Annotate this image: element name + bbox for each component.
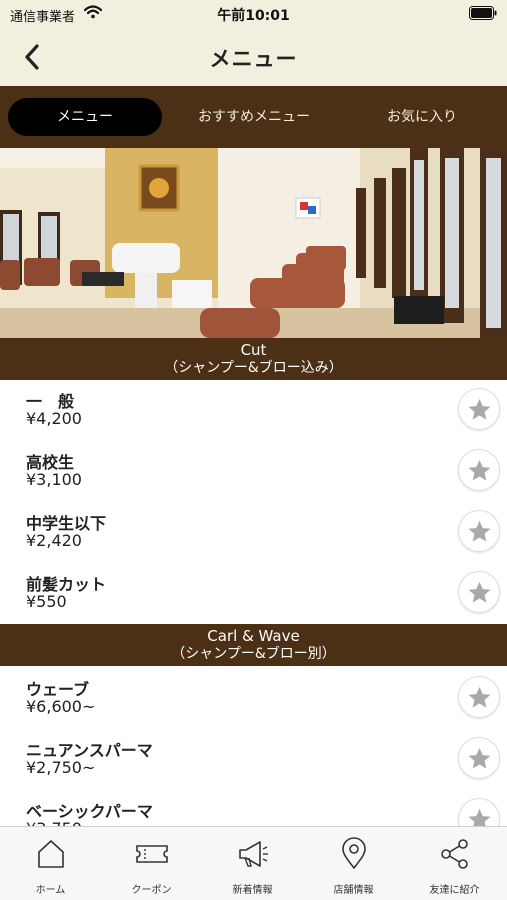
bottom-tab-label: 店舗情報 (333, 885, 374, 896)
megaphone-icon (239, 841, 268, 867)
section-subtitle: （シャンプー&ブロー別） (171, 646, 336, 662)
bottom-tab-home[interactable]: ホーム (0, 827, 101, 900)
section-header-cut: Cut （シャンプー&ブロー込み） (0, 338, 507, 380)
menu-item[interactable]: ウェーブ ¥6,600~ (0, 672, 507, 733)
status-time: 午前10:01 (217, 8, 290, 24)
star-icon (468, 686, 491, 708)
section-title: Carl & Wave (207, 627, 300, 645)
section-header-carl-wave: Carl & Wave （シャンプー&ブロー別） (0, 624, 507, 666)
section-subtitle: （シャンプー&ブロー込み） (164, 360, 343, 376)
tab-recommended[interactable]: おすすめメニュー (178, 98, 330, 136)
menu-item[interactable]: 中学生以下 ¥2,420 (0, 506, 507, 567)
menu-item[interactable]: ニュアンスパーマ ¥2,750~ (0, 733, 507, 794)
bottom-tab-label: 新着情報 (232, 885, 273, 896)
item-price: ¥550 (26, 592, 67, 611)
battery-icon (469, 6, 497, 20)
section-title: Cut (240, 341, 267, 359)
favorite-button[interactable] (458, 737, 500, 779)
favorite-button[interactable] (458, 449, 500, 491)
bottom-tab-share[interactable]: 友達に紹介 (404, 827, 505, 900)
salon-interior-image (0, 148, 507, 338)
item-price: ¥2,750~ (26, 758, 96, 777)
item-price: ¥2,420 (26, 531, 82, 550)
nav-bar: メニュー (0, 28, 507, 86)
home-icon (38, 840, 64, 868)
star-icon (468, 581, 491, 603)
menu-item[interactable]: 前髪カット ¥550 (0, 567, 507, 628)
star-icon (468, 398, 491, 420)
menu-item[interactable]: 一 般 ¥4,200 (0, 384, 507, 445)
favorite-button[interactable] (458, 571, 500, 613)
status-bar: 通信事業者 午前10:01 (0, 0, 507, 28)
favorite-button[interactable] (458, 676, 500, 718)
favorite-button[interactable] (458, 388, 500, 430)
tab-bar: メニュー おすすめメニュー お気に入り (0, 86, 507, 148)
bottom-tab-bar: ホーム クーポン 新着情報 店舗情報 友達に紹介 (0, 826, 507, 900)
star-icon (468, 747, 491, 769)
bottom-tab-label: クーポン (131, 885, 172, 896)
tab-favorites[interactable]: お気に入り (346, 98, 498, 136)
bottom-tab-store-info[interactable]: 店舗情報 (303, 827, 404, 900)
item-price: ¥4,200 (26, 409, 82, 428)
star-icon (468, 520, 491, 542)
page-title: メニュー (209, 47, 298, 71)
location-pin-icon (342, 837, 366, 870)
bottom-tab-label: 友達に紹介 (429, 885, 480, 896)
bottom-tab-coupon[interactable]: クーポン (101, 827, 202, 900)
bottom-tab-label: ホーム (35, 885, 66, 896)
favorite-button[interactable] (458, 510, 500, 552)
salon-interior-illustration (0, 148, 507, 338)
share-icon (441, 839, 468, 869)
bottom-tab-news[interactable]: 新着情報 (202, 827, 303, 900)
menu-item[interactable]: 高校生 ¥3,100 (0, 445, 507, 506)
item-price: ¥6,600~ (26, 697, 96, 716)
star-icon (468, 459, 491, 481)
item-price: ¥3,100 (26, 470, 82, 489)
coupon-icon (136, 845, 168, 863)
tab-menu[interactable]: メニュー (8, 98, 162, 136)
